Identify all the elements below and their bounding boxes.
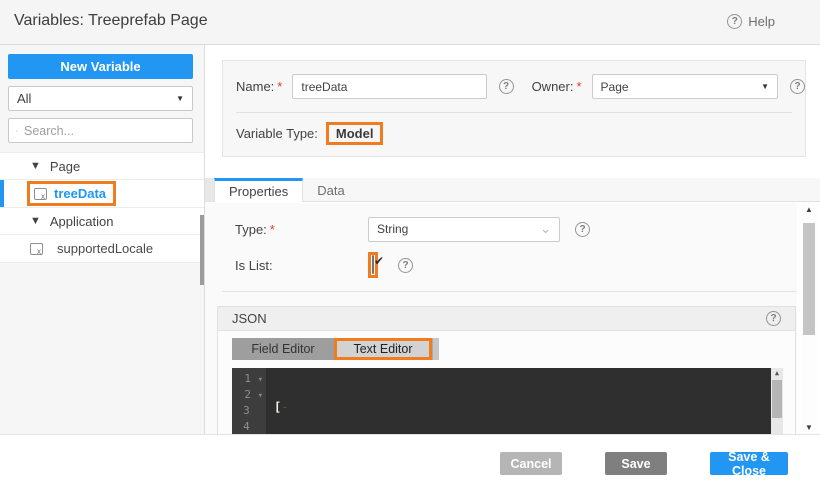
variable-type-row: Variable Type: Model xyxy=(223,113,805,145)
tab-properties[interactable]: Properties xyxy=(214,178,303,202)
cancel-button[interactable]: Cancel xyxy=(500,452,562,475)
help-button[interactable]: ? Help xyxy=(727,14,775,29)
properties-scrollbar-thumb[interactable] xyxy=(803,223,815,335)
line-number: 3 xyxy=(232,403,266,419)
is-list-row: Is List: ✔ ? xyxy=(235,252,795,278)
save-button[interactable]: Save xyxy=(605,452,667,475)
editor-scrollbar[interactable]: ▲ ▼ xyxy=(771,368,783,434)
search-icon xyxy=(16,125,18,137)
scroll-up-icon[interactable]: ▲ xyxy=(771,369,783,377)
required-marker: * xyxy=(576,79,581,94)
tab-bar: Properties Data xyxy=(205,178,820,202)
treedata-highlight-box: x treeData xyxy=(27,181,116,206)
type-help-icon[interactable]: ? xyxy=(575,222,590,237)
help-icon: ? xyxy=(727,14,742,29)
chevron-down-icon: ⌄ xyxy=(540,226,551,233)
tree-item-treedata[interactable]: x treeData xyxy=(0,180,204,208)
tree-group-label: Page xyxy=(50,159,80,174)
filter-dropdown[interactable]: All ▼ xyxy=(8,86,193,111)
name-help-icon[interactable]: ? xyxy=(499,79,514,94)
is-list-help-icon[interactable]: ? xyxy=(398,258,413,273)
required-marker: * xyxy=(270,222,275,237)
line-number: 2 ▾ xyxy=(232,387,266,403)
is-list-checkbox[interactable]: ✔ xyxy=(372,255,374,274)
owner-select-value: Page xyxy=(601,80,629,94)
required-marker: * xyxy=(277,79,282,94)
field-editor-button[interactable]: Field Editor xyxy=(232,338,334,360)
owner-label: Owner: xyxy=(532,79,574,94)
new-variable-button[interactable]: New Variable xyxy=(8,54,193,79)
json-panel-header: JSON ? xyxy=(218,307,795,331)
json-panel: JSON ? Field Editor Text Editor 1 ▾ 2 ▾ … xyxy=(217,306,796,434)
type-select[interactable]: String ⌄ xyxy=(368,217,560,242)
model-variable-icon: x xyxy=(34,188,47,200)
json-help-icon[interactable]: ? xyxy=(766,311,781,326)
tree-group-page[interactable]: ▼ Page xyxy=(0,153,204,180)
editor-gutter: 1 ▾ 2 ▾ 3 4 xyxy=(232,368,266,434)
properties-scrollbar[interactable]: ▲ ▼ xyxy=(801,203,817,434)
tree-group-label: Application xyxy=(50,214,114,229)
type-select-value: String xyxy=(377,222,408,236)
type-label: Type: xyxy=(235,222,267,237)
tab-bar-strip xyxy=(205,178,214,201)
search-input[interactable] xyxy=(24,124,185,138)
type-row: Type: * String ⌄ ? xyxy=(235,216,795,242)
name-owner-row: Name: * ? Owner: * Page ▼ ? xyxy=(223,61,805,99)
json-title: JSON xyxy=(232,311,267,326)
dialog-header: Variables: Treeprefab Page ? Help xyxy=(0,0,820,45)
code-line: [- xyxy=(274,399,771,415)
line-number: 4 xyxy=(232,419,266,434)
tree-group-application[interactable]: ▼ Application xyxy=(0,208,204,235)
help-label: Help xyxy=(748,14,775,29)
dropdown-arrow-icon: ▼ xyxy=(176,94,184,103)
caret-down-icon: ▼ xyxy=(30,160,41,172)
variable-type-label: Variable Type: xyxy=(236,126,318,141)
divider xyxy=(222,291,797,292)
editor-scrollbar-thumb[interactable] xyxy=(772,380,782,418)
variable-summary-card: Name: * ? Owner: * Page ▼ ? Variable Typ… xyxy=(222,60,806,157)
page-title: Variables: Treeprefab Page xyxy=(14,12,208,30)
tree-item-label: treeData xyxy=(54,186,106,201)
is-list-label: Is List: xyxy=(235,258,273,273)
variable-type-value-highlight: Model xyxy=(326,122,384,145)
name-label: Name: xyxy=(236,79,274,94)
editor-code: [- ··{- ····"id":·1,- ····"title":·"1. d… xyxy=(266,368,771,434)
scroll-up-icon[interactable]: ▲ xyxy=(801,205,817,214)
save-and-close-button[interactable]: Save & Close xyxy=(710,452,788,475)
tab-data[interactable]: Data xyxy=(303,178,358,202)
search-box[interactable] xyxy=(8,118,193,143)
fold-icon[interactable]: ▾ xyxy=(258,391,263,401)
editor-mode-toggle: Field Editor Text Editor xyxy=(232,338,439,360)
line-number: 1 ▾ xyxy=(232,371,266,387)
json-code-editor[interactable]: 1 ▾ 2 ▾ 3 4 [- ··{- ····"id":·1,- ····"t… xyxy=(232,368,783,434)
is-list-checkbox-highlight: ✔ xyxy=(368,252,378,278)
check-icon: ✔ xyxy=(374,254,384,268)
owner-select[interactable]: Page ▼ xyxy=(592,74,778,99)
variables-dialog: Variables: Treeprefab Page ? Help New Va… xyxy=(0,0,820,490)
owner-help-icon[interactable]: ? xyxy=(790,79,805,94)
dialog-footer: Cancel Save Save & Close xyxy=(0,434,820,490)
tree-item-label: supportedLocale xyxy=(57,241,153,256)
scroll-down-icon[interactable]: ▼ xyxy=(801,423,817,432)
fold-icon[interactable]: ▾ xyxy=(258,375,263,385)
variables-tree: ▼ Page x treeData ▼ Application x suppor… xyxy=(0,152,204,263)
model-variable-icon: x xyxy=(30,243,43,255)
dropdown-arrow-icon: ▼ xyxy=(761,82,769,91)
selected-indicator xyxy=(0,180,4,207)
filter-dropdown-value: All xyxy=(17,91,31,106)
name-input[interactable] xyxy=(292,74,486,99)
variables-sidebar: New Variable All ▼ ▼ Page x treeData xyxy=(0,45,205,434)
tree-item-supportedlocale[interactable]: x supportedLocale xyxy=(0,235,204,263)
text-editor-button-highlight[interactable]: Text Editor xyxy=(334,338,432,360)
caret-down-icon: ▼ xyxy=(30,215,41,227)
properties-content: Type: * String ⌄ ? Is List: ✔ ? xyxy=(205,203,797,434)
sidebar-scrollbar-thumb[interactable] xyxy=(200,215,204,285)
toggle-end-strip xyxy=(432,338,439,360)
variable-editor-panel: Name: * ? Owner: * Page ▼ ? Variable Typ… xyxy=(205,45,820,434)
